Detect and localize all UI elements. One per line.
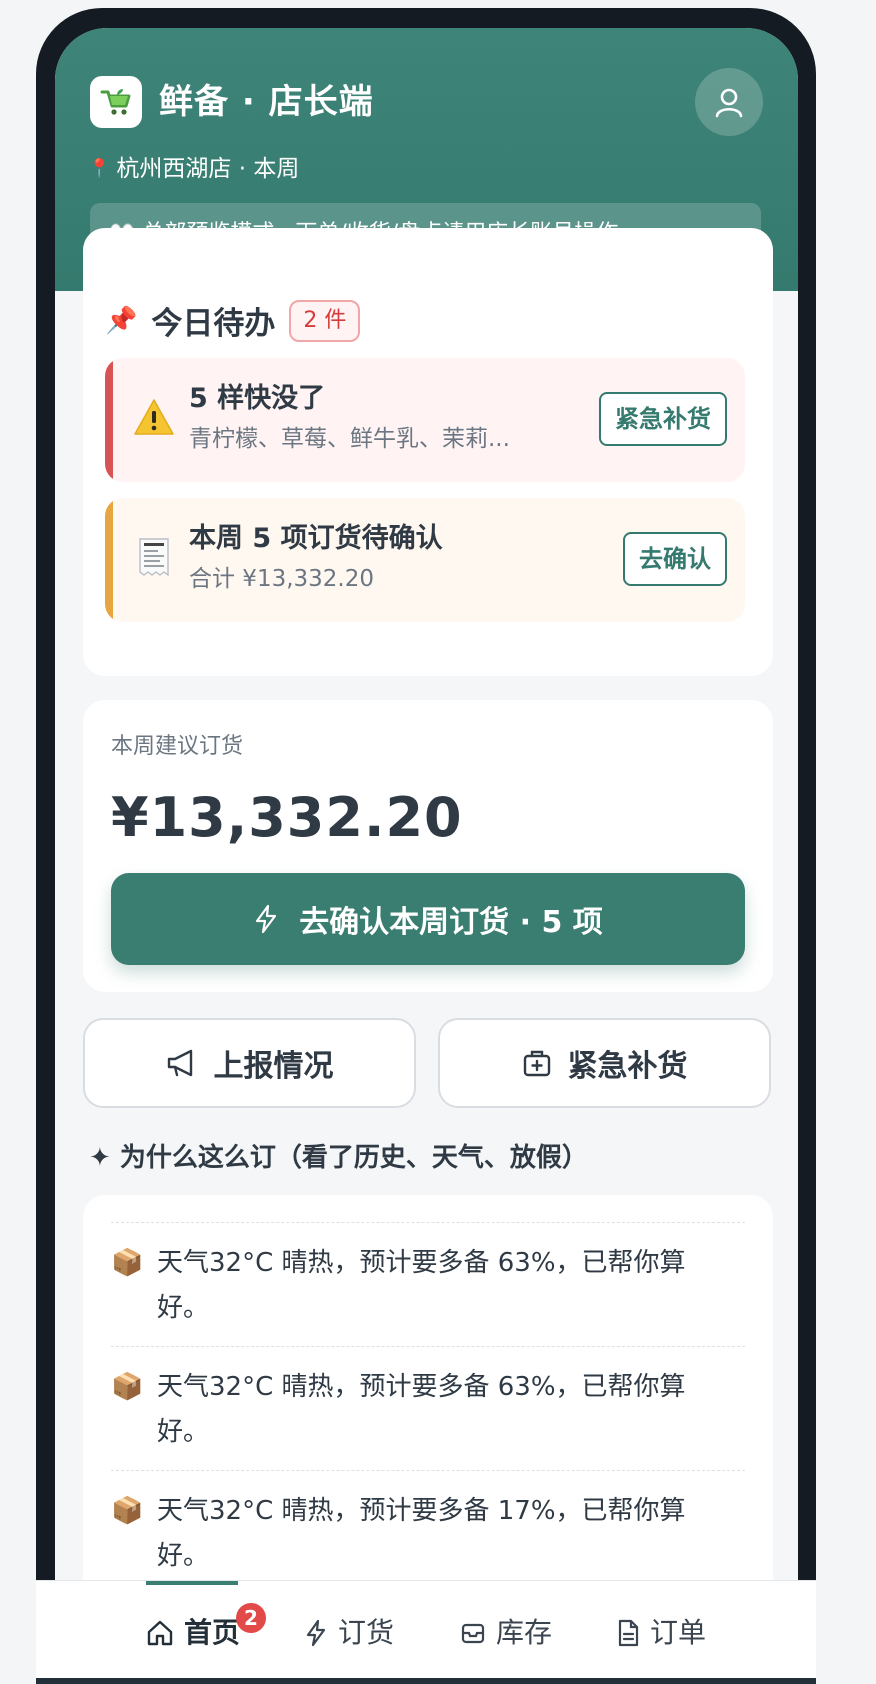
why-reasons-card: 📦 天气32°C 晴热，预计要多备 63%，已帮你算 好。 📦 天气32°C 晴… — [83, 1195, 773, 1615]
reason-item: 📦 天气32°C 晴热，预计要多备 63%，已帮你算 好。 — [111, 1346, 745, 1455]
bottom-tab-bar: 首页 2 订货 库存 订单 — [36, 1580, 816, 1684]
document-icon — [618, 1619, 639, 1647]
weekly-suggestion-label: 本周建议订货 — [111, 734, 244, 759]
package-icon: 📦 — [111, 1496, 144, 1526]
megaphone-icon — [167, 1049, 192, 1077]
store-location[interactable]: 📍 杭州西湖店 · 本周 — [88, 152, 299, 186]
emergency-restock-label: 紧急补货 — [567, 1049, 688, 1084]
user-icon — [715, 88, 743, 118]
todo-item-pending-orders[interactable]: 本周 5 项订货待确认 合计 ¥13,332.20 去确认 — [105, 498, 745, 622]
reason-text: 天气32°C 晴热，预计要多备 63%，已帮你算 好。 — [157, 1248, 686, 1323]
location-pin-icon: 📍 — [88, 158, 111, 179]
reason-item: 📦 天气32°C 晴热，预计要多备 63%，已帮你算 好。 — [111, 1222, 745, 1331]
store-location-text: 杭州西湖店 · 本周 — [116, 156, 300, 182]
todo-item-title: 本周 5 项订货待确认 — [189, 523, 443, 554]
urgent-restock-button[interactable]: 紧急补货 — [599, 392, 727, 446]
why-section-title: ✦ 为什么这么订（看了历史、天气、放假） — [89, 1143, 588, 1173]
tab-stock-label: 库存 — [496, 1616, 553, 1649]
urgent-stripe — [105, 358, 113, 482]
emergency-restock-button[interactable]: 紧急补货 — [438, 1018, 771, 1108]
todo-item-low-stock[interactable]: 5 样快没了 青柠檬、草莓、鲜牛乳、茉莉... 紧急补货 — [105, 358, 745, 482]
medkit-icon — [523, 1050, 550, 1077]
weekly-suggestion-amount: ¥13,332.20 — [111, 786, 463, 849]
order-stripe — [105, 498, 113, 622]
todo-item-subtitle: 合计 ¥13,332.20 — [189, 566, 374, 592]
tab-home-label: 首页 — [184, 1616, 241, 1649]
page: 鲜备 · 店长端 📍 杭州西湖店 · 本周 👀 总部预览模式 · 下单/收货/盘… — [0, 0, 876, 1684]
phone-screen: 鲜备 · 店长端 📍 杭州西湖店 · 本周 👀 总部预览模式 · 下单/收货/盘… — [55, 28, 798, 1684]
report-situation-button[interactable]: 上报情况 — [83, 1018, 416, 1108]
go-confirm-button[interactable]: 去确认 — [623, 532, 727, 586]
app-title: 鲜备 · 店长端 — [159, 82, 374, 122]
todo-item-subtitle: 青柠檬、草莓、鲜牛乳、茉莉... — [189, 426, 510, 452]
tab-orders-label: 订单 — [650, 1616, 707, 1649]
confirm-weekly-order-button[interactable]: 去确认本周订货 · 5 项 — [111, 873, 745, 965]
package-icon: 📦 — [111, 1248, 144, 1278]
lightning-icon — [306, 1619, 326, 1647]
phone-bottom-edge — [36, 1678, 816, 1684]
inbox-icon — [461, 1623, 485, 1644]
avatar-button[interactable] — [695, 68, 763, 136]
cart-icon — [100, 89, 131, 115]
reason-text: 天气32°C 晴热，预计要多备 63%，已帮你算 好。 — [157, 1372, 686, 1447]
tab-home[interactable]: 首页 — [146, 1581, 240, 1684]
confirm-weekly-order-label: 去确认本周订货 · 5 项 — [299, 905, 603, 940]
reason-text: 天气32°C 晴热，预计要多备 17%，已帮你算 好。 — [157, 1496, 686, 1571]
receipt-icon — [131, 534, 177, 580]
package-icon: 📦 — [111, 1372, 144, 1402]
reason-item: 📦 天气32°C 晴热，预计要多备 17%，已帮你算 好。 — [111, 1470, 745, 1579]
home-notification-badge: 2 — [236, 1603, 266, 1633]
home-icon — [147, 1620, 173, 1646]
warning-icon — [131, 394, 177, 440]
todo-item-title: 5 样快没了 — [189, 383, 326, 414]
tab-orders[interactable]: 订单 — [616, 1581, 706, 1684]
report-situation-label: 上报情况 — [213, 1049, 334, 1084]
tab-stock[interactable]: 库存 — [460, 1581, 552, 1684]
app-logo — [90, 76, 142, 128]
lightning-icon — [256, 904, 277, 934]
tab-order[interactable]: 订货 — [304, 1581, 394, 1684]
today-todo-header: 📌 今日待办 2 件 — [105, 298, 361, 343]
today-todo-title: 今日待办 — [151, 306, 276, 342]
tab-order-label: 订货 — [338, 1616, 395, 1649]
pushpin-icon: 📌 — [105, 305, 138, 336]
todo-count-badge: 2 件 — [289, 299, 361, 342]
weekly-suggestion-card: 本周建议订货 ¥13,332.20 去确认本周订货 · 5 项 — [83, 700, 773, 992]
